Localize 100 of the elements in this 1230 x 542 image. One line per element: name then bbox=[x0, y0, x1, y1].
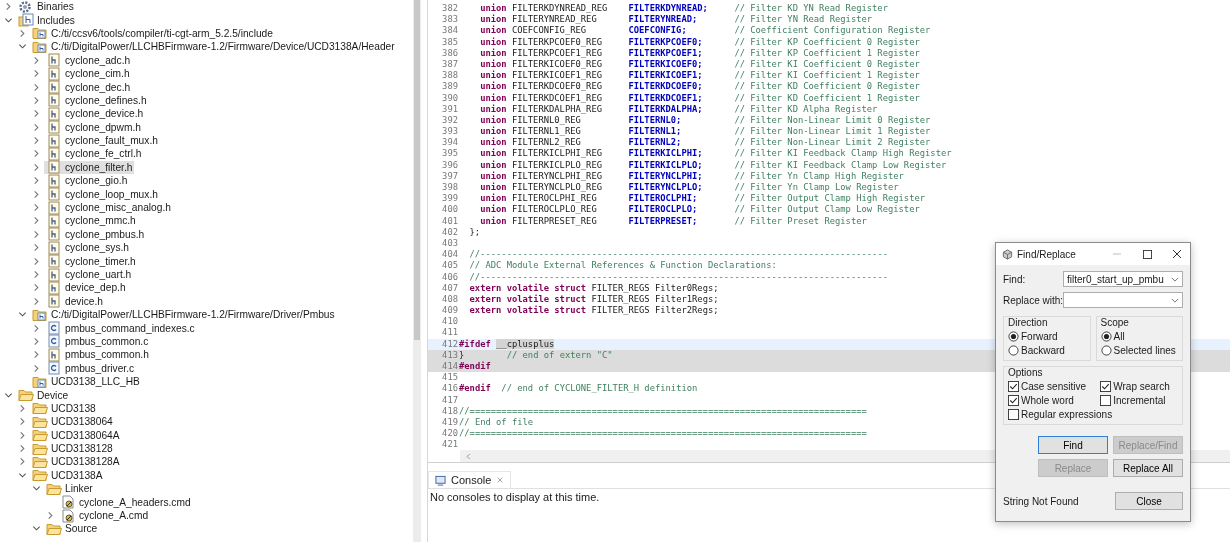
expand-chevron-icon[interactable] bbox=[32, 216, 41, 226]
checkbox[interactable] bbox=[1100, 395, 1112, 406]
expand-chevron-icon[interactable] bbox=[32, 95, 41, 105]
expand-chevron-icon[interactable] bbox=[32, 189, 41, 199]
expand-chevron-icon[interactable] bbox=[18, 430, 27, 440]
tree-item[interactable]: C:/ti/DigitalPower/LLCHBFirmware-1.2/Firmware/Device/UCD3138A/Header bbox=[30, 40, 397, 54]
tree-item[interactable]: device.h bbox=[44, 294, 105, 308]
tree-item[interactable]: cyclone_A_headers.cmd bbox=[58, 495, 193, 509]
dropdown-caret-icon[interactable] bbox=[1171, 297, 1179, 303]
expand-chevron-icon[interactable] bbox=[32, 69, 41, 79]
tree-item[interactable]: cyclone_cim.h bbox=[44, 66, 132, 81]
close-button[interactable]: Close bbox=[1115, 492, 1183, 510]
tree-item[interactable]: pmbus_common.h bbox=[44, 348, 151, 362]
tree-item[interactable]: cyclone_fe_ctrl.h bbox=[44, 147, 144, 161]
tree-item[interactable]: cyclone_gio.h bbox=[44, 174, 130, 188]
replace-field[interactable] bbox=[1063, 292, 1183, 308]
dropdown-caret-icon[interactable] bbox=[1171, 276, 1179, 282]
dialog-button[interactable]: Replace All bbox=[1113, 459, 1183, 477]
expand-chevron-icon[interactable] bbox=[4, 2, 13, 12]
expand-chevron-icon[interactable] bbox=[32, 122, 41, 132]
tree-item[interactable]: UCD3138064 bbox=[30, 415, 115, 429]
tree-item[interactable]: cyclone_device.h bbox=[44, 107, 146, 121]
tree-item[interactable]: UCD3138_LLC_HB bbox=[30, 374, 142, 389]
tree-item[interactable]: cyclone_defines.h bbox=[44, 93, 149, 108]
option-label[interactable]: Incremental bbox=[1113, 395, 1166, 406]
checkbox[interactable] bbox=[1008, 395, 1019, 406]
close-icon[interactable] bbox=[1172, 249, 1182, 259]
tree-item[interactable]: cyclone_filter.h bbox=[44, 160, 135, 175]
expand-chevron-icon[interactable] bbox=[32, 243, 41, 253]
expand-chevron-icon[interactable] bbox=[18, 444, 27, 454]
expand-chevron-icon[interactable] bbox=[32, 162, 41, 172]
tree-item[interactable]: Source bbox=[44, 522, 100, 536]
expand-chevron-icon[interactable] bbox=[32, 283, 41, 293]
expand-chevron-icon[interactable] bbox=[32, 270, 41, 279]
tree-item[interactable]: Binaries bbox=[16, 0, 76, 14]
tree-item[interactable]: cyclone_sys.h bbox=[44, 241, 131, 255]
radio-button[interactable] bbox=[1100, 345, 1112, 356]
option-label[interactable]: Backward bbox=[1021, 345, 1065, 356]
expand-chevron-icon[interactable] bbox=[32, 203, 41, 213]
tree-item[interactable]: cyclone_uart.h bbox=[44, 267, 134, 282]
tree-item[interactable]: cyclone_A.cmd bbox=[58, 508, 151, 523]
checkbox[interactable] bbox=[1008, 409, 1019, 420]
option-label[interactable]: All bbox=[1113, 331, 1125, 342]
tree-item[interactable]: cyclone_adc.h bbox=[44, 53, 133, 67]
expand-chevron-icon[interactable] bbox=[46, 511, 55, 521]
tree-item[interactable]: UCD3138128A bbox=[30, 455, 122, 469]
tree-item[interactable]: cyclone_fault_mux.h bbox=[44, 133, 160, 148]
option-label[interactable]: Selected lines bbox=[1113, 345, 1176, 356]
tree-item[interactable]: C:/ti/ccsv6/tools/compiler/ti-cgt-arm_5.2.5/include bbox=[30, 26, 275, 41]
expand-chevron-icon[interactable] bbox=[32, 363, 41, 373]
tree-item[interactable]: cyclone_mmc.h bbox=[44, 214, 138, 228]
tree-item[interactable]: device_dep.h bbox=[44, 281, 128, 295]
tree-item[interactable]: pmbus_common.c bbox=[44, 334, 151, 349]
expand-chevron-icon[interactable] bbox=[18, 403, 27, 413]
tree-item[interactable]: Device bbox=[16, 388, 71, 402]
expand-chevron-icon[interactable] bbox=[32, 296, 41, 306]
expand-chevron-icon[interactable] bbox=[32, 149, 41, 159]
console-tab[interactable]: Console bbox=[428, 471, 512, 488]
expand-chevron-icon[interactable] bbox=[32, 109, 41, 119]
radio-button[interactable] bbox=[1100, 331, 1112, 342]
tree-item[interactable]: cyclone_loop_mux.h bbox=[44, 187, 160, 201]
maximize-icon[interactable] bbox=[1142, 249, 1152, 259]
option-label[interactable]: Wrap search bbox=[1113, 381, 1170, 392]
option-label[interactable]: Whole word bbox=[1021, 395, 1074, 406]
tree-item[interactable]: pmbus_command_indexes.c bbox=[44, 321, 197, 335]
collapse-chevron-icon[interactable] bbox=[18, 42, 27, 52]
expand-chevron-icon[interactable] bbox=[32, 229, 41, 239]
tree-item[interactable]: Linker bbox=[44, 482, 95, 496]
radio-button[interactable] bbox=[1008, 331, 1019, 342]
scroll-left-icon[interactable] bbox=[466, 452, 471, 460]
option-label[interactable]: Forward bbox=[1021, 331, 1058, 342]
expand-chevron-icon[interactable] bbox=[32, 82, 41, 92]
checkbox[interactable] bbox=[1008, 381, 1019, 392]
tree-item[interactable]: UCD3138128 bbox=[30, 441, 115, 456]
tree-item[interactable]: Includes bbox=[16, 13, 77, 27]
tree-item[interactable]: C:/ti/DigitalPower/LLCHBFirmware-1.2/Firmware/Driver/Pmbus bbox=[30, 308, 337, 322]
expand-chevron-icon[interactable] bbox=[32, 136, 41, 146]
expand-chevron-icon[interactable] bbox=[32, 256, 41, 266]
expand-chevron-icon[interactable] bbox=[32, 323, 41, 333]
collapse-chevron-icon[interactable] bbox=[32, 484, 41, 494]
dialog-button[interactable]: Find bbox=[1038, 436, 1108, 454]
tree-item[interactable]: pmbus_driver.c bbox=[44, 361, 137, 375]
checkbox[interactable] bbox=[1100, 381, 1112, 392]
collapse-chevron-icon[interactable] bbox=[32, 524, 41, 534]
tree-item[interactable]: cyclone_misc_analog.h bbox=[44, 200, 173, 215]
scrollbar[interactable] bbox=[413, 0, 421, 542]
tree-item[interactable]: UCD3138064A bbox=[30, 428, 122, 442]
find-field[interactable]: filter0_start_up_pmbu bbox=[1063, 271, 1183, 287]
expand-chevron-icon[interactable] bbox=[32, 336, 41, 346]
expand-chevron-icon[interactable] bbox=[18, 417, 27, 427]
tree-item[interactable]: cyclone_timer.h bbox=[44, 254, 138, 268]
collapse-chevron-icon[interactable] bbox=[18, 310, 27, 320]
tree-item[interactable]: UCD3138A bbox=[30, 468, 105, 483]
option-label[interactable]: Case sensitive bbox=[1021, 381, 1087, 392]
expand-chevron-icon[interactable] bbox=[32, 55, 41, 65]
tree-item[interactable]: cyclone_pmbus.h bbox=[44, 227, 147, 242]
expand-chevron-icon[interactable] bbox=[18, 28, 27, 38]
tree-item[interactable]: cyclone_dec.h bbox=[44, 80, 133, 94]
tree-item[interactable]: UCD3138 bbox=[30, 401, 98, 416]
expand-chevron-icon[interactable] bbox=[18, 457, 27, 467]
